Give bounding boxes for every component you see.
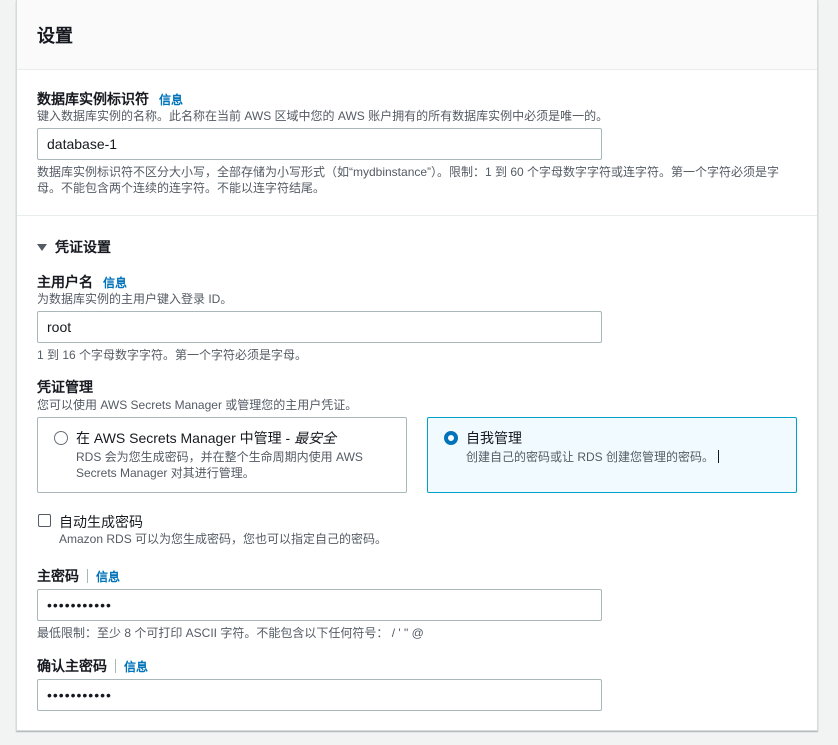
secrets-manager-title-text: 在 AWS Secrets Manager 中管理 -	[76, 430, 295, 446]
credential-management-label: 凭证管理	[37, 379, 93, 395]
auto-generate-password-label[interactable]: 自动生成密码	[59, 512, 143, 532]
master-username-description: 为数据库实例的主用户键入登录 ID。	[37, 292, 233, 306]
secrets-manager-option-title: 在 AWS Secrets Manager 中管理 - 最安全	[76, 429, 392, 447]
master-username-label: 主用户名	[37, 274, 93, 290]
self-managed-option-description-row: 创建自己的密码或让 RDS 创建您管理的密码。	[466, 449, 782, 465]
master-password-label-row: 主密码 信息	[37, 566, 120, 586]
credentials-toggle-label: 凭证设置	[55, 239, 111, 255]
db-identifier-label: 数据库实例标识符	[37, 91, 149, 107]
auto-generate-password-checkbox[interactable]	[38, 514, 51, 527]
page-title: 设置	[37, 26, 73, 46]
db-identifier-info-link[interactable]: 信息	[159, 93, 183, 107]
self-managed-option-description: 创建自己的密码或让 RDS 创建您管理的密码。	[466, 450, 715, 464]
confirm-password-label-row: 确认主密码 信息	[37, 656, 148, 676]
master-password-input[interactable]: •••••••••••	[37, 589, 602, 621]
info-separator	[87, 569, 88, 583]
db-identifier-input[interactable]: database-1	[37, 128, 602, 160]
secrets-manager-option-tile[interactable]: 在 AWS Secrets Manager 中管理 - 最安全 RDS 会为您生…	[37, 417, 407, 493]
self-managed-option-title: 自我管理	[466, 430, 522, 446]
confirm-password-info-link[interactable]: 信息	[124, 660, 148, 674]
db-identifier-label-row: 数据库实例标识符 信息	[37, 89, 183, 109]
master-username-constraint: 1 到 16 个字母数字字符。第一个字符必须是字母。	[37, 348, 308, 362]
caret-down-icon	[37, 244, 47, 251]
info-separator	[115, 659, 116, 673]
master-username-info-link[interactable]: 信息	[103, 276, 127, 290]
secrets-manager-option-description: RDS 会为您生成密码，并在整个生命周期内使用 AWS Secrets Mana…	[76, 450, 363, 480]
master-username-input[interactable]: root	[37, 311, 602, 343]
auto-generate-password-description: Amazon RDS 可以为您生成密码，您也可以指定自己的密码。	[59, 532, 388, 546]
master-password-label: 主密码	[37, 568, 79, 584]
confirm-password-label: 确认主密码	[37, 658, 107, 674]
master-password-info-link[interactable]: 信息	[96, 570, 120, 584]
section-divider	[17, 215, 817, 216]
master-username-label-row: 主用户名 信息	[37, 272, 127, 292]
settings-panel: 设置 数据库实例标识符 信息 键入数据库实例的名称。此名称在当前 AWS 区域中您…	[16, 0, 818, 731]
master-password-constraint: 最低限制：至少 8 个可打印 ASCII 字符。不能包含以下任何符号： / ' …	[37, 626, 424, 640]
self-managed-radio[interactable]	[444, 431, 458, 445]
confirm-password-input[interactable]: •••••••••••	[37, 679, 602, 711]
self-managed-option-tile[interactable]: 自我管理 创建自己的密码或让 RDS 创建您管理的密码。	[427, 417, 797, 493]
panel-header: 设置	[17, 0, 817, 70]
secrets-manager-title-emphasis: 最安全	[294, 430, 337, 446]
db-identifier-description: 键入数据库实例的名称。此名称在当前 AWS 区域中您的 AWS 账户拥有的所有数…	[37, 109, 609, 123]
credential-management-description: 您可以使用 AWS Secrets Manager 或管理您的主用户凭证。	[37, 398, 358, 412]
db-identifier-constraint: 数据库实例标识符不区分大小写，全部存储为小写形式（如“mydbinstance”…	[37, 165, 780, 195]
text-cursor	[718, 450, 720, 463]
credentials-toggle[interactable]: 凭证设置	[37, 237, 111, 257]
secrets-manager-radio[interactable]	[54, 431, 68, 445]
